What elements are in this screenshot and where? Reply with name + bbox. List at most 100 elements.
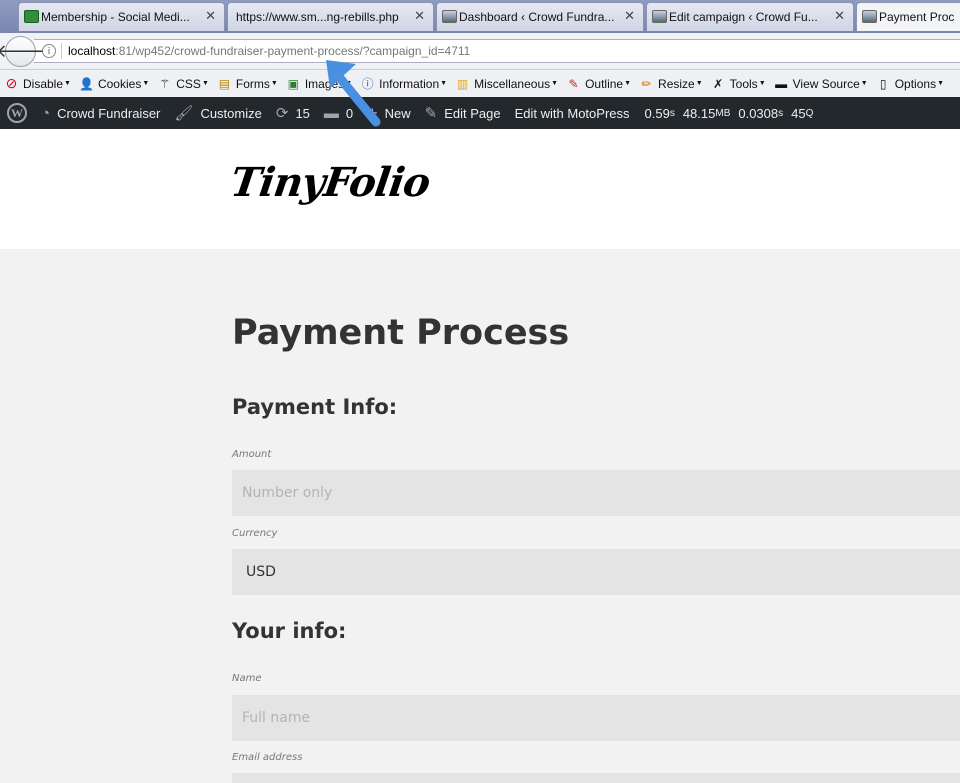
- browser-tab[interactable]: Edit campaign ‹ Crowd Fu... ✕: [646, 2, 854, 31]
- devtool-label: Miscellaneous: [474, 76, 551, 91]
- css-wand-icon: ⚚: [159, 76, 171, 91]
- query-time-unit: s: [778, 107, 784, 119]
- url-host: localhost: [68, 44, 116, 58]
- devtool-options[interactable]: ▯ Options ▼: [876, 76, 944, 91]
- browser-tab-active[interactable]: Payment Proc: [856, 2, 960, 31]
- updates-link[interactable]: ⟳ 15: [269, 104, 317, 122]
- caret-down-icon: ▼: [624, 80, 632, 87]
- email-label: Email address: [232, 752, 303, 763]
- caret-down-icon: ▼: [142, 80, 150, 87]
- wp-admin-bar: W ◔ Crowd Fundraiser 🖌 Customize ⟳ 15 ▬ …: [0, 97, 960, 129]
- browser-tab[interactable]: Membership - Social Medi... ✕: [18, 2, 225, 31]
- landscape-favicon-icon: [442, 10, 457, 23]
- tab-title: Payment Proc: [879, 10, 955, 24]
- comments-link[interactable]: ▬ 0: [317, 105, 360, 122]
- amount-label: Amount: [232, 449, 272, 460]
- page-time: 0.59: [644, 105, 670, 121]
- tab-title: Dashboard ‹ Crowd Fundra...: [459, 10, 615, 24]
- name-label: Name: [232, 673, 262, 684]
- memory-unit: MB: [715, 107, 731, 119]
- customize-label: Customize: [200, 105, 262, 121]
- wordpress-logo-icon: W: [7, 103, 27, 123]
- devtool-label: Information: [379, 76, 440, 91]
- url-path: :81/wp452/crowd-fundraiser-payment-proce…: [115, 44, 471, 58]
- currency-label: Currency: [232, 528, 278, 539]
- resize-icon: ✏: [641, 76, 652, 91]
- memory-usage: 48.15: [682, 105, 716, 121]
- name-input[interactable]: [232, 695, 960, 741]
- social-media-club-favicon-icon: [24, 10, 39, 23]
- page-time-unit: s: [669, 107, 675, 119]
- paintbrush-icon: 🖌: [174, 105, 194, 122]
- motopress-link[interactable]: Edit with MotoPress: [508, 106, 637, 121]
- address-bar[interactable]: i localhost:81/wp452/crowd-fundraiser-pa…: [34, 39, 960, 63]
- devtool-label: Resize: [658, 76, 695, 91]
- currency-select[interactable]: USD: [232, 549, 960, 595]
- back-arrow-icon: 🡐: [0, 41, 45, 62]
- close-tab-icon[interactable]: ✕: [834, 9, 845, 24]
- page-title: Payment Process: [232, 313, 570, 353]
- back-button[interactable]: 🡐: [0, 36, 45, 67]
- email-input[interactable]: [232, 773, 960, 783]
- caret-down-icon: ▼: [270, 80, 278, 87]
- site-header: TinyFolio: [0, 129, 960, 249]
- edit-page-label: Edit Page: [444, 105, 501, 121]
- new-content-menu[interactable]: + New: [360, 103, 418, 124]
- devtool-label: Disable: [23, 76, 64, 91]
- devtool-images[interactable]: ▣ Images ▼: [286, 76, 352, 91]
- devtool-label: CSS: [176, 76, 201, 91]
- wp-logo-menu[interactable]: W: [0, 103, 34, 123]
- caret-down-icon: ▼: [64, 80, 71, 87]
- your-info-heading: Your info:: [232, 619, 347, 643]
- disable-icon: ⊘: [5, 75, 18, 91]
- url-text[interactable]: localhost:81/wp452/crowd-fundraiser-paym…: [68, 44, 470, 58]
- tools-icon: ✗: [713, 76, 724, 91]
- devtool-outline[interactable]: ✎ Outline ▼: [566, 76, 632, 91]
- new-label: New: [384, 105, 411, 121]
- caret-down-icon: ▼: [860, 80, 868, 87]
- devtool-label: Images: [304, 76, 345, 91]
- tab-title: Edit campaign ‹ Crowd Fu...: [669, 10, 818, 24]
- cookies-icon: 👤: [78, 76, 94, 91]
- devtool-resize[interactable]: ✏ Resize ▼: [639, 76, 703, 91]
- close-tab-icon[interactable]: ✕: [205, 9, 216, 24]
- site-name: Crowd Fundraiser: [57, 105, 161, 121]
- motopress-label: Edit with MotoPress: [514, 105, 630, 121]
- devtool-information[interactable]: ⓘ Information ▼: [360, 76, 448, 92]
- caret-down-icon: ▼: [937, 80, 945, 87]
- customize-link[interactable]: 🖌 Customize: [167, 104, 268, 122]
- tab-title: Membership - Social Medi...: [41, 10, 190, 24]
- query-monitor-stats[interactable]: 0.59 s 48.15 MB 0.0308 s 45 Q: [637, 106, 821, 121]
- comments-count: 0: [345, 105, 354, 121]
- devtool-tools[interactable]: ✗ Tools ▼: [711, 76, 765, 91]
- query-count-unit: Q: [805, 107, 814, 119]
- query-time: 0.0308: [738, 105, 779, 121]
- forms-icon: ▤: [218, 76, 231, 91]
- devtool-css[interactable]: ⚚ CSS ▼: [157, 76, 209, 91]
- devtool-label: Outline: [585, 76, 624, 91]
- tab-title: https://www.sm...ng-rebills.php: [236, 10, 399, 24]
- images-icon: ▣: [287, 76, 299, 91]
- devtool-miscellaneous[interactable]: ▥ Miscellaneous ▼: [455, 76, 558, 91]
- edit-page-link[interactable]: ✎ Edit Page: [418, 104, 508, 122]
- site-name-menu[interactable]: ◔ Crowd Fundraiser: [34, 105, 167, 122]
- plus-icon: +: [367, 102, 378, 123]
- caret-down-icon: ▼: [345, 80, 353, 87]
- devtool-view-source[interactable]: ▬ View Source ▼: [774, 76, 868, 91]
- url-divider: [61, 43, 62, 59]
- amount-input[interactable]: [232, 470, 960, 516]
- browser-tab[interactable]: https://www.sm...ng-rebills.php ✕: [227, 2, 434, 31]
- landscape-favicon-icon: [862, 10, 877, 23]
- site-logo[interactable]: TinyFolio: [228, 159, 433, 206]
- devtool-cookies[interactable]: 👤 Cookies ▼: [79, 76, 149, 91]
- devtool-forms[interactable]: ▤ Forms ▼: [217, 76, 278, 91]
- options-icon: ▯: [879, 76, 887, 91]
- devtool-disable[interactable]: ⊘ Disable ▼: [4, 75, 71, 91]
- caret-down-icon: ▼: [440, 80, 448, 87]
- comment-bubble-icon: ▬: [323, 104, 339, 122]
- close-tab-icon[interactable]: ✕: [414, 9, 425, 24]
- close-tab-icon[interactable]: ✕: [624, 9, 635, 24]
- browser-tab[interactable]: Dashboard ‹ Crowd Fundra... ✕: [436, 2, 644, 31]
- updates-refresh-icon: ⟳: [275, 105, 289, 122]
- navigation-bar: i localhost:81/wp452/crowd-fundraiser-pa…: [0, 33, 960, 70]
